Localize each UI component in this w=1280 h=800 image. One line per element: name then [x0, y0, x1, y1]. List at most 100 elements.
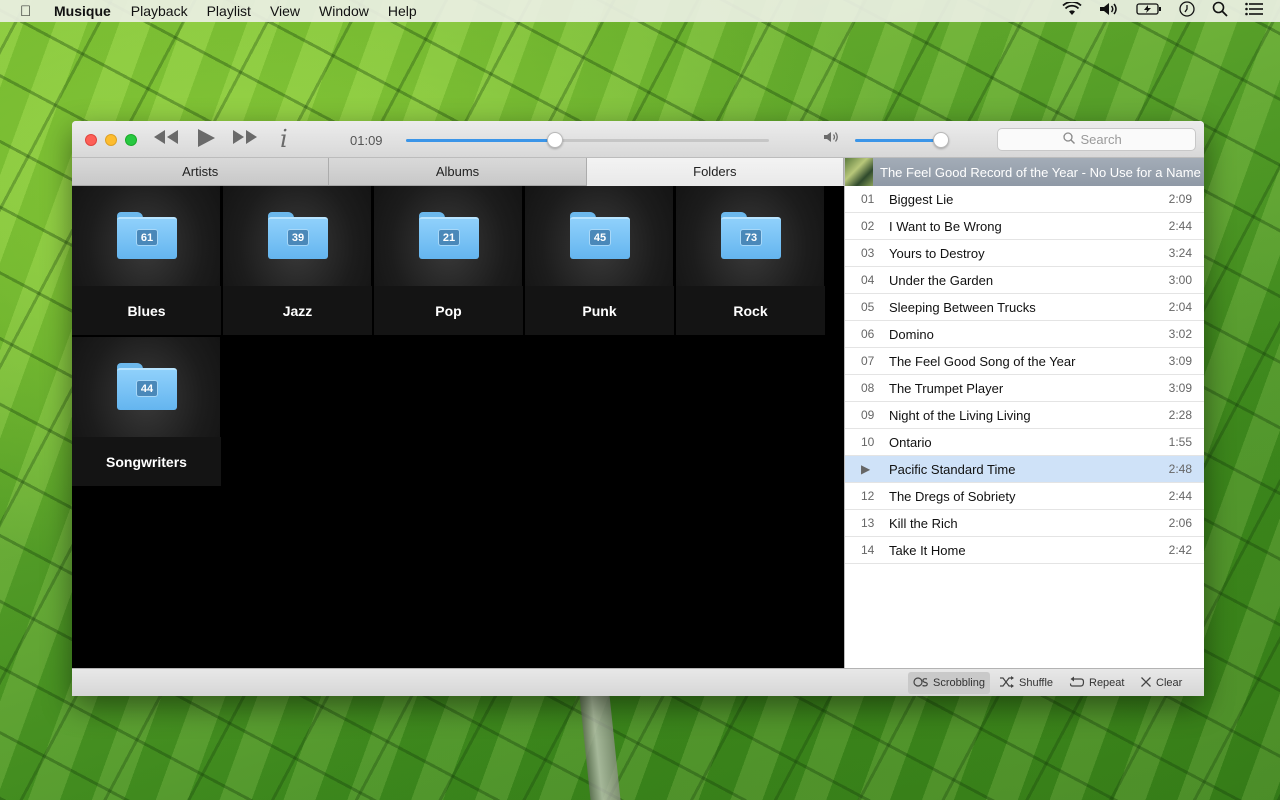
track-title: Pacific Standard Time: [889, 461, 1016, 477]
folder-tile[interactable]: 45 Punk: [525, 186, 674, 335]
track-row[interactable]: 05 Sleeping Between Trucks 2:04: [845, 294, 1204, 321]
track-row[interactable]: 14 Take It Home 2:42: [845, 537, 1204, 564]
status-bar: Scrobbling Shuffle Repeat Clear: [72, 668, 1204, 696]
play-icon[interactable]: [195, 127, 217, 155]
list-icon[interactable]: [1245, 2, 1263, 20]
wifi-icon[interactable]: [1062, 1, 1082, 20]
repeat-icon: [1069, 676, 1085, 691]
search-field[interactable]: [997, 128, 1196, 151]
folder-icon: 44: [117, 363, 177, 410]
track-number: 05: [861, 300, 875, 314]
menu-help[interactable]: Help: [388, 3, 417, 19]
track-title: Night of the Living Living: [889, 407, 1031, 423]
track-title: I Want to Be Wrong: [889, 218, 1002, 234]
previous-icon[interactable]: [152, 127, 180, 153]
menu-playback[interactable]: Playback: [131, 3, 188, 19]
track-duration: 2:09: [1168, 192, 1192, 206]
clear-button[interactable]: Clear: [1135, 672, 1187, 694]
track-duration: 2:42: [1168, 543, 1192, 557]
menu-window[interactable]: Window: [319, 3, 369, 19]
folder-icon: 39: [268, 212, 328, 259]
folder-name: Pop: [374, 286, 523, 335]
progress-knob[interactable]: [546, 132, 563, 148]
folder-count-badge: 73: [740, 229, 762, 246]
tab-albums[interactable]: Albums: [329, 158, 587, 186]
track-number: 02: [861, 219, 875, 233]
track-row[interactable]: 08 The Trumpet Player 3:09: [845, 375, 1204, 402]
folder-count-badge: 39: [287, 229, 309, 246]
track-duration: 3:09: [1168, 354, 1192, 368]
menu-playlist[interactable]: Playlist: [207, 3, 251, 19]
track-row[interactable]: 01 Biggest Lie 2:09: [845, 186, 1204, 213]
folder-tile[interactable]: 73 Rock: [676, 186, 825, 335]
folder-tile[interactable]: 39 Jazz: [223, 186, 372, 335]
track-row[interactable]: 09 Night of the Living Living 2:28: [845, 402, 1204, 429]
window-close-button[interactable]: [85, 134, 97, 146]
search-icon[interactable]: [1212, 1, 1228, 21]
track-number: 01: [861, 192, 875, 206]
search-input[interactable]: [1080, 132, 1131, 147]
folder-count-badge: 21: [438, 229, 460, 246]
folder-grid: 61 Blues 39 Jazz 21 Pop 45 Punk 73 Rock 44 Songwrit…: [72, 186, 844, 668]
track-row-playing[interactable]: ▶ Pacific Standard Time 2:48: [845, 456, 1204, 483]
clock-icon[interactable]: [1179, 1, 1195, 21]
menu-app-name[interactable]: Musique: [54, 3, 111, 19]
track-number: 13: [861, 516, 875, 530]
repeat-button[interactable]: Repeat: [1064, 672, 1129, 694]
track-row[interactable]: 13 Kill the Rich 2:06: [845, 510, 1204, 537]
window-minimize-button[interactable]: [105, 134, 117, 146]
folder-tile[interactable]: 61 Blues: [72, 186, 221, 335]
album-header[interactable]: The Feel Good Record of the Year - No Us…: [845, 158, 1204, 186]
track-title: The Feel Good Song of the Year: [889, 353, 1076, 369]
menu-view[interactable]: View: [270, 3, 300, 19]
progress-fill: [406, 139, 555, 142]
volume-slider[interactable]: [855, 139, 945, 142]
track-row[interactable]: 02 I Want to Be Wrong 2:44: [845, 213, 1204, 240]
track-row[interactable]: 12 The Dregs of Sobriety 2:44: [845, 483, 1204, 510]
folder-count-badge: 45: [589, 229, 611, 246]
scrobbling-icon: [913, 676, 929, 691]
track-row[interactable]: 10 Ontario 1:55: [845, 429, 1204, 456]
track-title: Under the Garden: [889, 272, 994, 288]
clear-label: Clear: [1156, 677, 1183, 689]
volume-icon[interactable]: [1099, 2, 1119, 20]
album-art: [845, 158, 873, 186]
info-icon[interactable]: i: [280, 127, 288, 151]
apple-icon[interactable]: : [20, 3, 38, 20]
menu-status-area: [1062, 0, 1280, 22]
track-title: Take It Home: [889, 542, 966, 558]
shuffle-icon: [999, 675, 1015, 691]
clear-icon: [1140, 676, 1152, 691]
track-row[interactable]: 07 The Feel Good Song of the Year 3:09: [845, 348, 1204, 375]
track-title: Biggest Lie: [889, 191, 954, 207]
folder-tile[interactable]: 21 Pop: [374, 186, 523, 335]
scrobbling-button[interactable]: Scrobbling: [908, 672, 990, 694]
music-player-window: i 01:09 Artists Albums Folders 61Blues39…: [72, 121, 1204, 696]
next-icon[interactable]: [231, 127, 259, 153]
track-number: 08: [861, 381, 875, 395]
track-row[interactable]: 04 Under the Garden 3:00: [845, 267, 1204, 294]
track-number: 06: [861, 327, 875, 341]
elapsed-time: 01:09: [350, 133, 383, 148]
shuffle-button[interactable]: Shuffle: [994, 672, 1058, 694]
track-number: 07: [861, 354, 875, 368]
folder-icon: 45: [570, 212, 630, 259]
track-title: Kill the Rich: [889, 515, 958, 531]
track-number: 12: [861, 489, 875, 503]
track-title: The Trumpet Player: [889, 380, 1004, 396]
track-row[interactable]: 06 Domino 3:02: [845, 321, 1204, 348]
track-row[interactable]: 03 Yours to Destroy 3:24: [845, 240, 1204, 267]
playlist-panel: The Feel Good Record of the Year - No Us…: [844, 158, 1204, 668]
tab-artists[interactable]: Artists: [72, 158, 330, 186]
track-title: The Dregs of Sobriety: [889, 488, 1016, 504]
window-zoom-button[interactable]: [125, 134, 137, 146]
folder-name: Jazz: [223, 286, 372, 335]
toolbar: i 01:09: [72, 121, 1204, 158]
tab-folders[interactable]: Folders: [586, 158, 844, 186]
folder-tile[interactable]: 44 Songwriters: [72, 337, 221, 486]
volume-knob[interactable]: [932, 132, 949, 148]
progress-slider[interactable]: [406, 139, 769, 142]
track-duration: 3:24: [1168, 246, 1192, 260]
volume-speaker-icon[interactable]: [823, 130, 841, 148]
battery-charging-icon[interactable]: [1136, 2, 1162, 20]
